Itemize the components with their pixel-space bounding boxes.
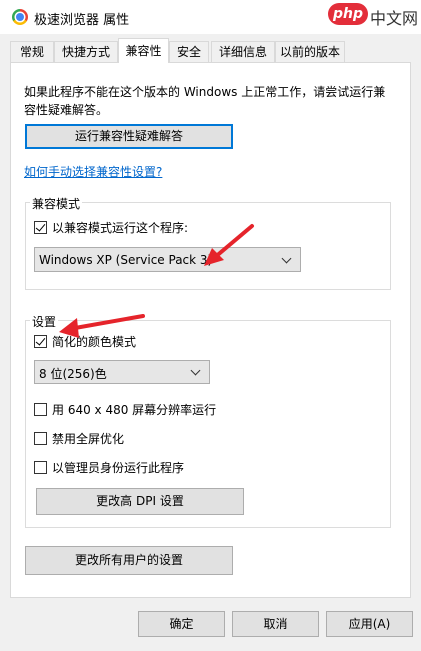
tab-shortcut[interactable]: 快捷方式 — [54, 41, 118, 62]
settings-title: 设置 — [30, 313, 59, 330]
intro-text-line2: 容性疑难解答。 — [24, 103, 109, 117]
php-logo: php — [328, 3, 368, 25]
res-640-label: 用 640 x 480 屏幕分辨率运行 — [52, 403, 217, 417]
troubleshoot-button[interactable]: 运行兼容性疑难解答 — [25, 124, 233, 149]
compat-mode-label: 以兼容模式运行这个程序: — [52, 221, 189, 235]
os-version-value: Windows XP (Service Pack 3) — [39, 253, 213, 267]
title-bar: 极速浏览器 属性 php 中文网 — [0, 0, 421, 34]
disable-fullscreen-label: 禁用全屏优化 — [52, 432, 125, 446]
manual-compat-link[interactable]: 如何手动选择兼容性设置? — [24, 163, 162, 180]
run-as-admin-label: 以管理员身份运行此程序 — [52, 461, 185, 475]
color-depth-value: 8 位(256)色 — [39, 367, 107, 381]
chevron-down-icon — [281, 253, 292, 264]
chevron-down-icon — [190, 365, 201, 376]
tab-previous-versions[interactable]: 以前的版本 — [275, 41, 345, 62]
disable-fullscreen-checkbox[interactable] — [34, 432, 47, 445]
color-depth-select[interactable]: 8 位(256)色 — [34, 360, 210, 384]
annotation-arrow-icon — [59, 314, 145, 338]
change-dpi-button[interactable]: 更改高 DPI 设置 — [36, 488, 244, 515]
reduced-color-checkbox[interactable] — [34, 335, 47, 348]
all-users-settings-button[interactable]: 更改所有用户的设置 — [25, 546, 233, 575]
compat-mode-title: 兼容模式 — [30, 195, 83, 212]
browser-app-icon — [12, 9, 28, 25]
apply-button[interactable]: 应用(A) — [326, 611, 413, 637]
res-640-checkbox[interactable] — [34, 403, 47, 416]
annotation-arrow-icon — [204, 224, 254, 266]
cancel-button[interactable]: 取消 — [232, 611, 319, 637]
ok-button[interactable]: 确定 — [138, 611, 225, 637]
run-as-admin-checkbox[interactable] — [34, 461, 47, 474]
window-title: 极速浏览器 属性 — [34, 13, 130, 28]
tab-security[interactable]: 安全 — [169, 41, 209, 62]
tab-compatibility[interactable]: 兼容性 — [118, 38, 169, 63]
compat-mode-checkbox[interactable] — [34, 221, 47, 234]
watermark-text: 中文网 — [370, 9, 419, 28]
os-version-select[interactable]: Windows XP (Service Pack 3) — [34, 247, 301, 272]
tab-general[interactable]: 常规 — [10, 41, 54, 62]
intro-text-line1: 如果此程序不能在这个版本的 Windows 上正常工作，请尝试运行兼 — [24, 85, 386, 99]
tab-details[interactable]: 详细信息 — [211, 41, 275, 62]
